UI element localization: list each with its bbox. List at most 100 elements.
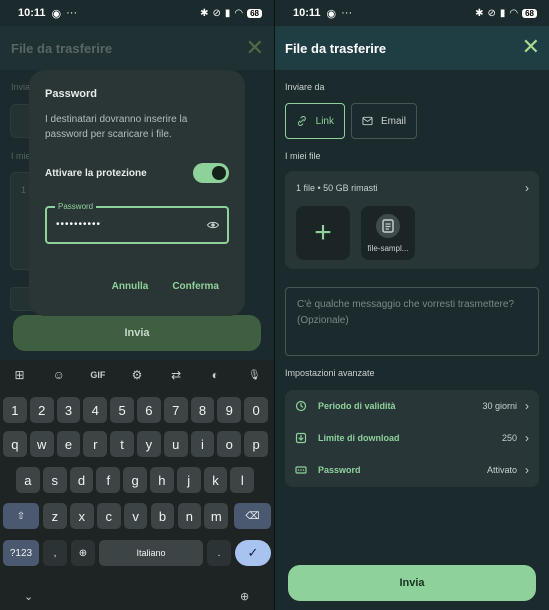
close-icon[interactable]: ✕: [522, 36, 540, 58]
number-key[interactable]: 4: [83, 397, 108, 423]
letter-key[interactable]: u: [163, 431, 188, 457]
confirm-button[interactable]: Conferma: [172, 281, 219, 292]
wifi-icon: ◠: [509, 7, 519, 19]
translate-icon[interactable]: ⇄: [166, 368, 186, 382]
letter-key[interactable]: q: [3, 431, 27, 457]
keyboard-row-1: qwertyuiop: [3, 431, 271, 457]
number-key[interactable]: 7: [163, 397, 188, 423]
number-key[interactable]: 3: [56, 397, 81, 423]
keyboard-row-2: asdfghjkl: [3, 467, 271, 493]
letter-key[interactable]: k: [203, 467, 228, 493]
app-header-dimmed: File da trasferire ✕: [0, 26, 274, 70]
chevron-right-icon: ›: [525, 399, 529, 413]
enter-key[interactable]: ✓: [235, 540, 271, 566]
letter-key[interactable]: m: [204, 503, 229, 529]
letter-key[interactable]: s: [42, 467, 67, 493]
backspace-key[interactable]: ⌫: [234, 503, 271, 529]
password-row[interactable]: Password Attivato ›: [285, 459, 539, 481]
password-value: ••••••••••: [56, 219, 102, 230]
chevron-right-icon: ›: [525, 431, 529, 445]
letter-key[interactable]: b: [150, 503, 175, 529]
signal-icon: ▮: [499, 7, 506, 19]
password-input[interactable]: Password ••••••••••: [45, 202, 229, 244]
letter-key[interactable]: c: [96, 503, 121, 529]
letter-key[interactable]: i: [190, 431, 215, 457]
setting-value: Attivato: [486, 465, 517, 475]
setting-name: Periodo di validità: [318, 401, 396, 411]
protection-toggle[interactable]: [193, 163, 229, 183]
hide-keyboard-icon[interactable]: ⌄: [24, 590, 33, 603]
number-key[interactable]: 5: [110, 397, 134, 423]
right-screen: 10:11 ◉ ··· ✱ ⊘ ▮ ◠ 68 File da trasferir…: [275, 0, 549, 610]
mic-off-icon[interactable]: 🎙: [244, 370, 264, 381]
letter-key[interactable]: e: [56, 431, 81, 457]
email-option[interactable]: Email: [351, 103, 417, 139]
number-key[interactable]: 8: [190, 397, 215, 423]
send-via-label-dimmed: Invia: [11, 82, 31, 92]
my-files-label-dimmed: I mie: [11, 151, 31, 161]
number-key[interactable]: 9: [217, 397, 242, 423]
letter-key[interactable]: h: [150, 467, 174, 493]
globe-key[interactable]: ⊕: [71, 540, 95, 566]
letter-key[interactable]: l: [230, 467, 255, 493]
keyboard-toolbar: ⊞ ☺ GIF ⚙ ⇄ ◐ 🎙: [0, 360, 274, 390]
letter-key[interactable]: g: [123, 467, 147, 493]
number-key[interactable]: 1: [3, 397, 27, 423]
apps-grid-icon[interactable]: ⊞: [10, 368, 30, 382]
letter-key[interactable]: v: [123, 503, 148, 529]
letter-key[interactable]: f: [96, 467, 121, 493]
letter-key[interactable]: o: [217, 431, 242, 457]
more-notifications-icon: ···: [341, 7, 353, 19]
sticker-icon[interactable]: ☺: [49, 368, 69, 382]
gif-icon[interactable]: GIF: [88, 370, 108, 380]
letter-key[interactable]: y: [137, 431, 161, 457]
letter-key[interactable]: z: [43, 503, 67, 529]
setting-value: 250: [501, 433, 517, 443]
bluetooth-icon: ✱: [200, 7, 209, 19]
add-file-button[interactable]: +: [296, 206, 350, 260]
plus-icon: +: [314, 216, 332, 249]
period-key[interactable]: .: [207, 540, 231, 566]
language-icon[interactable]: ⊕: [240, 590, 249, 603]
files-card[interactable]: 1 file • 50 GB rimasti › + file-sampl...: [285, 171, 539, 269]
setting-name: Password: [318, 465, 361, 475]
eye-icon[interactable]: [207, 219, 219, 231]
mute-icon: ⊘: [487, 7, 496, 19]
space-key[interactable]: Italiano: [99, 540, 203, 566]
keyboard-row-3: ⇧ zxcvbnm ⌫: [3, 503, 271, 529]
mute-icon: ⊘: [212, 7, 221, 19]
download-limit-row[interactable]: Limite di download 250 ›: [285, 427, 539, 449]
symbols-key[interactable]: ?123: [3, 540, 39, 566]
settings-gear-icon[interactable]: ⚙: [127, 368, 147, 382]
letter-key[interactable]: w: [29, 431, 54, 457]
more-notifications-icon: ···: [66, 7, 78, 19]
keyboard-row-bottom: ?123 , ⊕ Italiano . ✓: [3, 540, 271, 566]
palette-icon[interactable]: ◐: [205, 368, 225, 382]
comma-key[interactable]: ,: [43, 540, 67, 566]
letter-key[interactable]: r: [83, 431, 108, 457]
send-button[interactable]: Invia: [288, 565, 536, 601]
link-label: Link: [315, 115, 334, 127]
letter-key[interactable]: t: [110, 431, 134, 457]
nav-bar: ⌄ ⊕: [0, 584, 274, 610]
file-item[interactable]: file-sampl...: [361, 206, 415, 260]
keyboard-row-numbers: 1234567890: [3, 397, 271, 423]
letter-key[interactable]: d: [69, 467, 94, 493]
link-icon: [297, 116, 306, 126]
message-input[interactable]: C'è qualche messaggio che vorresti trasm…: [285, 287, 539, 356]
number-key[interactable]: 0: [244, 397, 268, 423]
number-key[interactable]: 2: [29, 397, 54, 423]
protection-row: Attivare la protezione: [45, 162, 229, 184]
shift-key[interactable]: ⇧: [3, 503, 39, 529]
validity-period-row[interactable]: Periodo di validità 30 giorni ›: [285, 395, 539, 417]
letter-key[interactable]: x: [69, 503, 94, 529]
my-files-label: I miei file: [285, 151, 321, 161]
letter-key[interactable]: j: [176, 467, 201, 493]
number-key[interactable]: 6: [137, 397, 161, 423]
link-option[interactable]: Link: [285, 103, 345, 139]
cancel-button[interactable]: Annulla: [112, 281, 149, 292]
letter-key[interactable]: p: [244, 431, 268, 457]
letter-key[interactable]: n: [177, 503, 202, 529]
bluetooth-icon: ✱: [475, 7, 484, 19]
letter-key[interactable]: a: [16, 467, 40, 493]
